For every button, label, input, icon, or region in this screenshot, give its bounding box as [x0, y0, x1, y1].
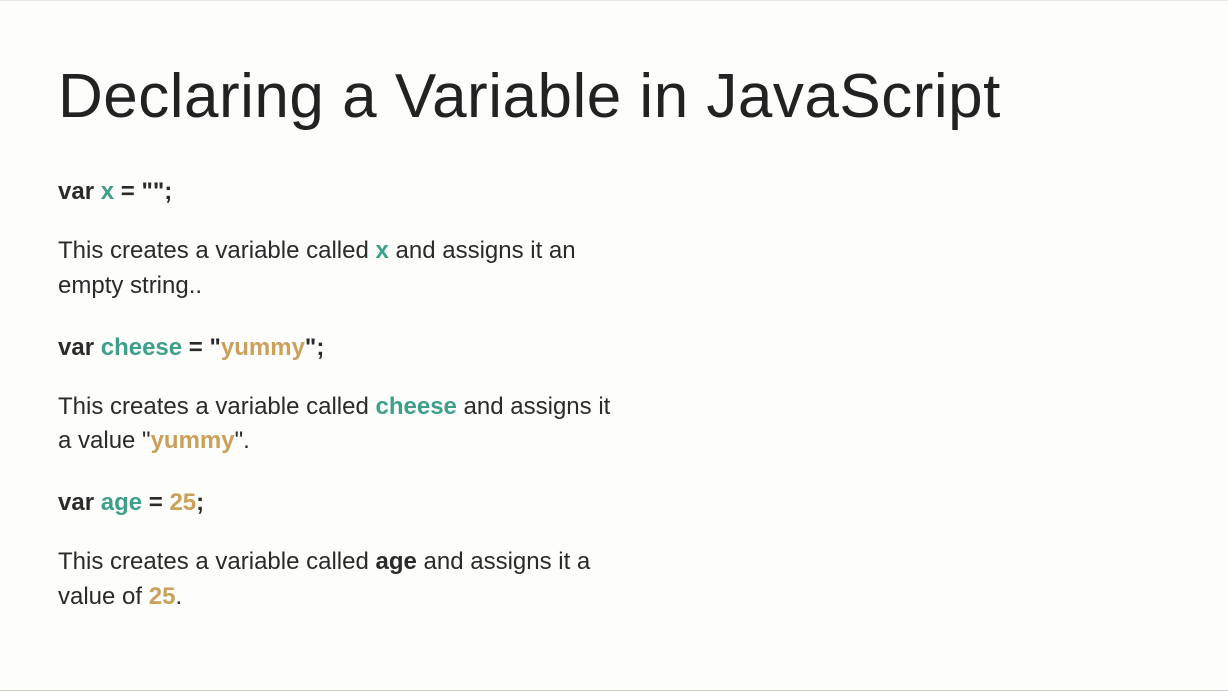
- quote: ": [209, 334, 220, 361]
- quote: ": [305, 334, 316, 361]
- desc-text: This creates a variable called: [58, 393, 375, 420]
- code-example-3: var age = 25;: [58, 489, 618, 517]
- semicolon: ;: [316, 334, 324, 361]
- keyword-var: var: [58, 178, 94, 205]
- number-value-25: 25: [169, 489, 196, 516]
- desc-text: This creates a variable called: [58, 237, 375, 264]
- semicolon: ;: [196, 489, 204, 516]
- semicolon: ;: [164, 178, 172, 205]
- code-example-1: var x = "";: [58, 178, 618, 206]
- content-block: var x = ""; This creates a variable call…: [58, 178, 618, 615]
- operator: =: [142, 489, 169, 516]
- keyword-var: var: [58, 489, 94, 516]
- string-value-yummy: yummy: [221, 334, 305, 361]
- desc-text: .: [175, 583, 182, 610]
- variable-ref-age: age: [375, 548, 416, 575]
- operator: =: [182, 334, 209, 361]
- operator: =: [114, 178, 141, 205]
- variable-name-cheese: cheese: [101, 334, 182, 361]
- variable-ref-cheese: cheese: [375, 393, 456, 420]
- code-example-2: var cheese = "yummy";: [58, 334, 618, 362]
- desc-text: This creates a variable called: [58, 548, 375, 575]
- description-3: This creates a variable called age and a…: [58, 545, 618, 615]
- variable-name-x: x: [101, 178, 114, 205]
- number-ref-25: 25: [149, 583, 176, 610]
- keyword-var: var: [58, 334, 94, 361]
- description-1: This creates a variable called x and ass…: [58, 234, 618, 304]
- value-empty-string: "": [141, 178, 164, 205]
- slide-title: Declaring a Variable in JavaScript: [58, 61, 1170, 132]
- variable-ref-x: x: [375, 237, 388, 264]
- variable-name-age: age: [101, 489, 142, 516]
- string-ref-yummy: yummy: [151, 427, 235, 454]
- description-2: This creates a variable called cheese an…: [58, 390, 618, 460]
- desc-text: ".: [235, 427, 250, 454]
